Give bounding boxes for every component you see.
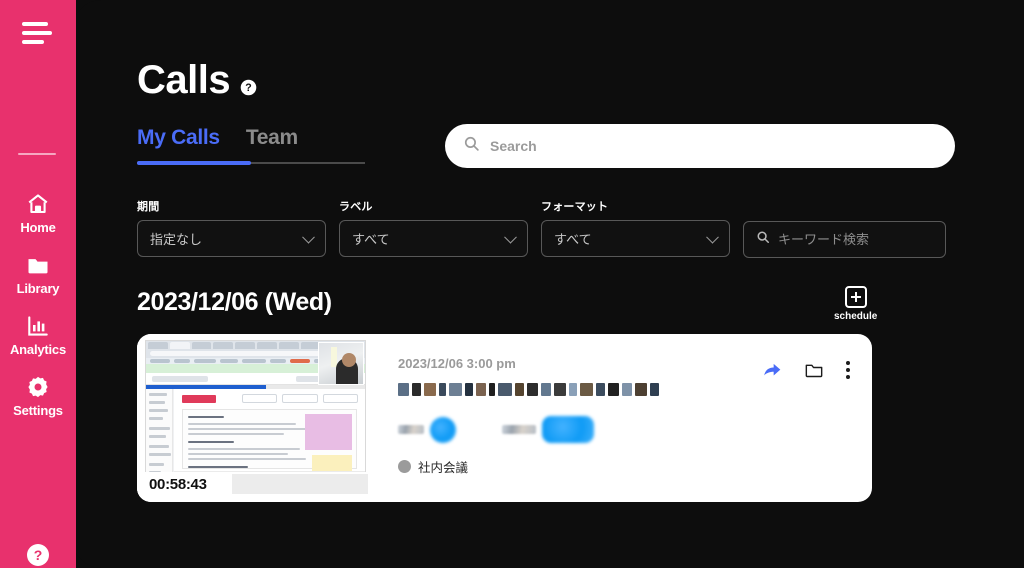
home-icon	[26, 192, 50, 216]
preview-highlight-purple	[305, 414, 352, 450]
thumbnail-screenshare-preview	[145, 340, 366, 488]
call-card-actions	[762, 360, 850, 380]
hamburger-bar	[22, 40, 44, 44]
sidebar-item-label: Home	[20, 220, 56, 235]
period-select[interactable]: 指定なし	[137, 220, 326, 257]
page-title: Calls	[137, 58, 231, 102]
app-root: Home Library Analytics Settings ? Calls …	[0, 0, 1024, 568]
label-value: すべて	[352, 232, 390, 247]
search-icon	[756, 230, 770, 249]
filter-period: 期間 指定なし	[137, 198, 326, 258]
hamburger-icon[interactable]	[22, 22, 52, 44]
call-card[interactable]: 00:58:43 2023/12/06 3:00 pm 社内会議	[137, 334, 872, 502]
tabs: My Calls Team	[137, 126, 365, 165]
schedule-label: schedule	[834, 311, 878, 322]
seek-bar[interactable]	[232, 474, 368, 494]
participant-avatar-redacted	[430, 416, 456, 443]
date-group-heading: 2023/12/06 (Wed)	[137, 288, 332, 316]
folder-icon[interactable]	[804, 360, 824, 380]
sidebar-item-settings[interactable]: Settings	[0, 369, 76, 430]
search-input[interactable]	[490, 138, 937, 154]
sidebar: Home Library Analytics Settings ?	[0, 0, 76, 568]
sidebar-item-label: Settings	[13, 403, 63, 418]
sidebar-nav: Home Library Analytics Settings	[0, 186, 76, 430]
preview-fields	[242, 394, 358, 403]
sidebar-item-label: Library	[16, 281, 60, 296]
svg-text:?: ?	[245, 82, 251, 94]
participant-name-redacted	[502, 425, 536, 434]
period-value: 指定なし	[150, 232, 203, 247]
sidebar-item-analytics[interactable]: Analytics	[0, 308, 76, 369]
tab-active-indicator	[137, 161, 251, 165]
sidebar-item-library[interactable]: Library	[0, 247, 76, 308]
chevron-down-icon	[302, 230, 315, 244]
filter-label: 期間	[137, 201, 160, 213]
hamburger-bar	[22, 22, 48, 26]
chevron-down-icon	[504, 230, 517, 244]
call-tag[interactable]: 社内会議	[398, 457, 872, 476]
search-bar[interactable]	[445, 124, 955, 168]
keyword-search-input[interactable]	[778, 232, 954, 247]
tab-my-calls[interactable]: My Calls	[137, 126, 220, 156]
participant-group[interactable]	[502, 416, 594, 443]
filter-label-group: ラベル すべて	[339, 198, 528, 258]
participant-avatar-redacted	[542, 416, 594, 443]
filter-label: ラベル	[339, 201, 373, 213]
search-icon	[463, 135, 480, 157]
tag-label: 社内会議	[418, 461, 469, 475]
preview-logo	[182, 395, 216, 403]
filter-format: フォーマット すべて	[541, 198, 730, 258]
plus-square-icon	[844, 286, 867, 308]
chevron-down-icon	[706, 230, 719, 244]
help-icon[interactable]: ?	[26, 543, 50, 567]
format-value: すべて	[554, 232, 592, 247]
tag-dot-icon	[398, 460, 411, 473]
format-select[interactable]: すべて	[541, 220, 730, 257]
help-icon[interactable]: ?	[240, 79, 257, 96]
call-thumbnail[interactable]: 00:58:43	[137, 334, 374, 502]
call-duration: 00:58:43	[149, 476, 207, 493]
call-title-redacted[interactable]	[398, 383, 872, 396]
call-participants-redacted	[398, 416, 872, 443]
page-title-row: Calls ?	[137, 60, 257, 100]
filter-label: フォーマット	[541, 201, 609, 213]
participant-webcam-thumbnail	[318, 342, 364, 385]
schedule-button[interactable]: schedule	[834, 286, 877, 322]
keyword-search-box[interactable]	[743, 221, 954, 258]
sidebar-item-home[interactable]: Home	[0, 186, 76, 247]
sidebar-divider	[18, 153, 56, 155]
svg-text:?: ?	[34, 547, 43, 563]
participant-name-redacted	[398, 425, 424, 434]
gear-icon	[26, 375, 50, 399]
bar-chart-icon	[26, 314, 50, 338]
hamburger-bar	[22, 31, 52, 35]
participant-group[interactable]	[398, 416, 456, 443]
main-content: Calls ? My Calls Team Search 期間 指定なし ラベル…	[72, 0, 1024, 568]
sidebar-item-label: Analytics	[9, 342, 66, 357]
call-card-body: 2023/12/06 3:00 pm 社内会議	[374, 334, 872, 502]
share-arrow-icon[interactable]	[762, 360, 782, 380]
tab-team[interactable]: Team	[246, 126, 298, 156]
filter-bar: 期間 指定なし ラベル すべて フォーマット すべて	[137, 198, 954, 258]
label-select[interactable]: すべて	[339, 220, 528, 257]
preview-doc-area	[182, 409, 357, 485]
kebab-menu-icon[interactable]	[846, 360, 850, 380]
folder-icon	[26, 253, 50, 277]
